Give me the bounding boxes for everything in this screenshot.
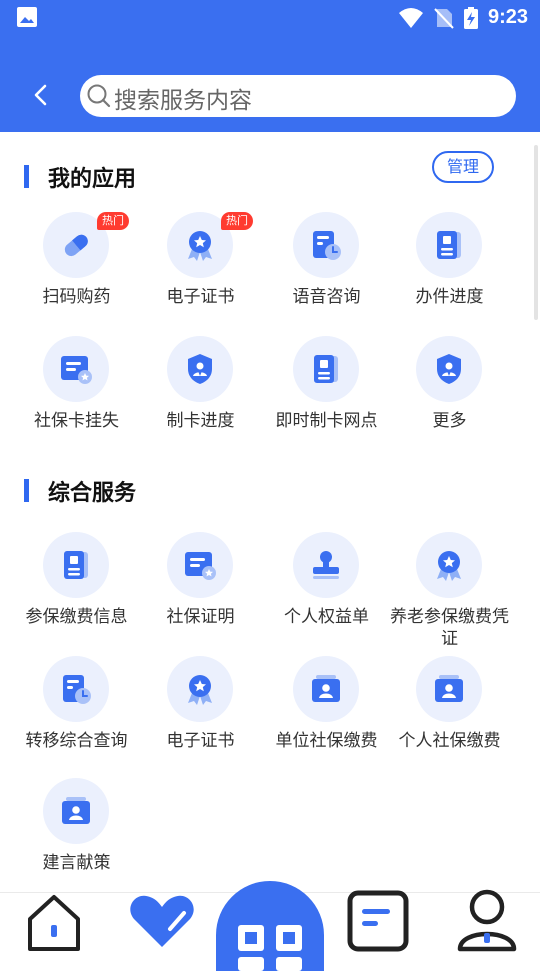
service-certificate[interactable]: 社保证明 [139, 532, 262, 642]
card-star-icon [61, 356, 92, 384]
service-label: 电子证书 [166, 731, 235, 751]
icon-circle [167, 656, 233, 722]
service-unit-payment[interactable]: 单位社保缴费 [265, 656, 388, 766]
app-label: 制卡进度 [166, 411, 235, 431]
medal-icon [188, 675, 212, 705]
id-card-icon [312, 675, 340, 702]
qr-code-icon [238, 925, 302, 971]
icon-circle [43, 778, 109, 844]
medal-icon [437, 551, 461, 581]
app-card-outlets[interactable]: 即时制卡网点 [265, 336, 388, 446]
icon-circle [416, 212, 482, 278]
status-bar: 9:23 [0, 0, 540, 36]
icon-circle [293, 656, 359, 722]
book-icon [314, 355, 338, 383]
chevron-left-icon [34, 84, 47, 106]
document-icon [347, 890, 409, 952]
pill-icon [64, 234, 88, 257]
service-suggestions[interactable]: 建言献策 [15, 778, 138, 888]
service-label: 养老参保缴费凭证 [390, 607, 509, 649]
tab-documents[interactable] [324, 890, 432, 961]
icon-circle [43, 656, 109, 722]
service-transfer-query[interactable]: 转移综合查询 [15, 656, 138, 766]
service-rights-statement[interactable]: 个人权益单 [265, 532, 388, 642]
app-card-loss[interactable]: 社保卡挂失 [15, 336, 138, 446]
app-label: 即时制卡网点 [275, 411, 378, 431]
home-icon [28, 895, 80, 951]
service-label: 建言献策 [42, 853, 111, 873]
scrollbar[interactable] [534, 145, 538, 320]
icon-circle [293, 532, 359, 598]
app-label: 社保卡挂失 [34, 411, 119, 431]
manage-button[interactable]: 管理 [432, 151, 494, 183]
service-label: 个人权益单 [284, 607, 369, 627]
book-icon [437, 231, 461, 259]
tab-bar [0, 881, 540, 971]
app-label: 办件进度 [415, 287, 484, 307]
hot-badge: 热门 [221, 212, 253, 230]
search-icon [87, 84, 111, 108]
stamp-icon [313, 551, 339, 579]
service-label: 转移综合查询 [25, 731, 128, 751]
shield-user-icon [437, 354, 461, 384]
icon-circle [293, 212, 359, 278]
search-placeholder: 搜索服务内容 [114, 88, 252, 114]
search-input[interactable]: 搜索服务内容 [80, 75, 516, 117]
app-voice-consult[interactable]: 语音咨询 [265, 212, 388, 322]
app-label: 更多 [432, 411, 467, 431]
app-progress[interactable]: 办件进度 [388, 212, 511, 322]
icon-circle [43, 336, 109, 402]
icon-circle [416, 532, 482, 598]
profile-icon [457, 889, 517, 952]
app-scan-buy-medicine[interactable]: 热门 扫码购药 [15, 212, 138, 322]
shield-user-icon [188, 354, 212, 384]
heart-icon [130, 895, 194, 947]
service-payment-info[interactable]: 参保缴费信息 [15, 532, 138, 642]
document-clock-icon [313, 231, 341, 260]
icon-circle [293, 336, 359, 402]
icon-circle [167, 336, 233, 402]
tab-profile[interactable] [432, 889, 540, 961]
app-label: 电子证书 [166, 287, 235, 307]
services-title: 综合服务 [24, 475, 136, 507]
hot-badge: 热门 [97, 212, 129, 230]
tab-favorites[interactable] [108, 893, 216, 961]
service-label: 参保缴费信息 [25, 607, 128, 627]
wifi-icon [398, 7, 423, 28]
app-label: 扫码购药 [42, 287, 111, 307]
app-more[interactable]: 更多 [388, 336, 511, 446]
service-label: 个人社保缴费 [398, 731, 501, 751]
status-time: 9:23 [487, 6, 528, 28]
image-icon [17, 7, 37, 27]
tab-home[interactable] [0, 893, 108, 961]
my-apps-title: 我的应用 [24, 161, 136, 193]
back-button[interactable] [26, 80, 56, 110]
medal-icon [188, 231, 212, 261]
service-pension-voucher[interactable]: 养老参保缴费凭证 [388, 532, 511, 649]
icon-circle [43, 532, 109, 598]
document-clock-icon [63, 675, 91, 704]
icon-circle [416, 656, 482, 722]
app-card-progress[interactable]: 制卡进度 [139, 336, 262, 446]
card-star-icon [185, 552, 216, 580]
icon-circle [167, 532, 233, 598]
id-card-icon [62, 797, 90, 824]
battery-charging-icon [463, 6, 478, 29]
service-label: 单位社保缴费 [275, 731, 378, 751]
app-e-certificate[interactable]: 热门 电子证书 [139, 212, 262, 322]
tab-scan[interactable] [216, 881, 324, 971]
no-sim-icon [434, 7, 454, 29]
service-label: 社保证明 [166, 607, 235, 627]
app-label: 语音咨询 [292, 287, 361, 307]
id-card-icon [435, 675, 463, 702]
service-e-certificate[interactable]: 电子证书 [139, 656, 262, 766]
book-icon [64, 551, 88, 579]
icon-circle [416, 336, 482, 402]
service-personal-payment[interactable]: 个人社保缴费 [388, 656, 511, 766]
header: 搜索服务内容 [0, 36, 540, 132]
